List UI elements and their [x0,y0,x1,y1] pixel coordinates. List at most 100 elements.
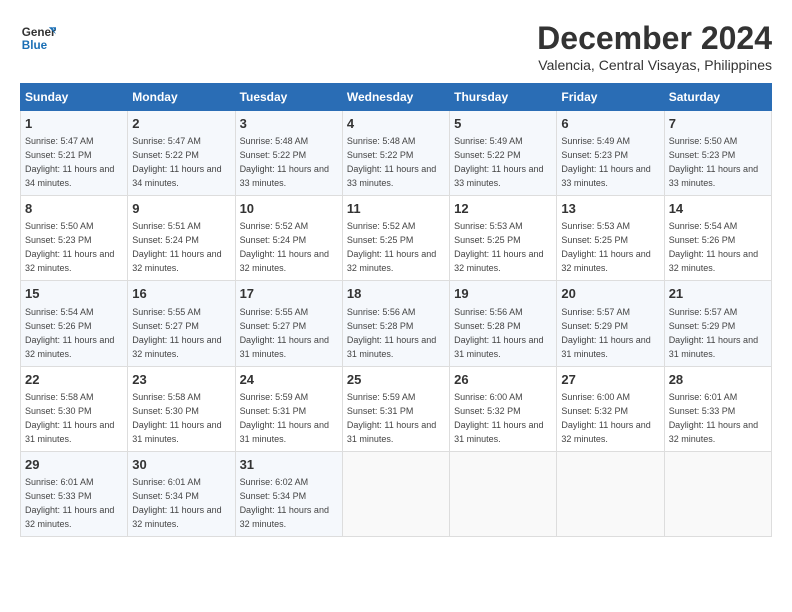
table-row: 23 Sunrise: 5:58 AMSunset: 5:30 PMDaylig… [128,366,235,451]
day-number: 12 [454,200,552,218]
day-number: 30 [132,456,230,474]
header: General Blue December 2024 Valencia, Cen… [20,20,772,73]
table-row: 11 Sunrise: 5:52 AMSunset: 5:25 PMDaylig… [342,196,449,281]
day-info: Sunrise: 6:01 AMSunset: 5:33 PMDaylight:… [25,477,114,529]
table-row: 31 Sunrise: 6:02 AMSunset: 5:34 PMDaylig… [235,451,342,536]
table-row: 20 Sunrise: 5:57 AMSunset: 5:29 PMDaylig… [557,281,664,366]
day-info: Sunrise: 5:56 AMSunset: 5:28 PMDaylight:… [347,307,436,359]
day-info: Sunrise: 5:52 AMSunset: 5:25 PMDaylight:… [347,221,436,273]
day-info: Sunrise: 5:57 AMSunset: 5:29 PMDaylight:… [561,307,650,359]
day-info: Sunrise: 5:52 AMSunset: 5:24 PMDaylight:… [240,221,329,273]
day-info: Sunrise: 5:59 AMSunset: 5:31 PMDaylight:… [240,392,329,444]
table-row: 2 Sunrise: 5:47 AMSunset: 5:22 PMDayligh… [128,111,235,196]
weekday-header-row: SundayMondayTuesdayWednesdayThursdayFrid… [21,84,772,111]
day-number: 1 [25,115,123,133]
table-row: 17 Sunrise: 5:55 AMSunset: 5:27 PMDaylig… [235,281,342,366]
weekday-header-saturday: Saturday [664,84,771,111]
table-row [664,451,771,536]
table-row: 1 Sunrise: 5:47 AMSunset: 5:21 PMDayligh… [21,111,128,196]
table-row: 16 Sunrise: 5:55 AMSunset: 5:27 PMDaylig… [128,281,235,366]
day-info: Sunrise: 5:50 AMSunset: 5:23 PMDaylight:… [669,136,758,188]
day-info: Sunrise: 5:48 AMSunset: 5:22 PMDaylight:… [240,136,329,188]
calendar-week-row: 8 Sunrise: 5:50 AMSunset: 5:23 PMDayligh… [21,196,772,281]
day-number: 20 [561,285,659,303]
day-number: 7 [669,115,767,133]
day-info: Sunrise: 5:47 AMSunset: 5:21 PMDaylight:… [25,136,114,188]
table-row: 24 Sunrise: 5:59 AMSunset: 5:31 PMDaylig… [235,366,342,451]
day-number: 11 [347,200,445,218]
table-row [342,451,449,536]
table-row: 6 Sunrise: 5:49 AMSunset: 5:23 PMDayligh… [557,111,664,196]
day-number: 27 [561,371,659,389]
day-number: 3 [240,115,338,133]
day-number: 6 [561,115,659,133]
table-row: 4 Sunrise: 5:48 AMSunset: 5:22 PMDayligh… [342,111,449,196]
day-number: 10 [240,200,338,218]
day-info: Sunrise: 5:55 AMSunset: 5:27 PMDaylight:… [132,307,221,359]
day-info: Sunrise: 5:55 AMSunset: 5:27 PMDaylight:… [240,307,329,359]
day-info: Sunrise: 5:50 AMSunset: 5:23 PMDaylight:… [25,221,114,273]
table-row: 10 Sunrise: 5:52 AMSunset: 5:24 PMDaylig… [235,196,342,281]
table-row: 28 Sunrise: 6:01 AMSunset: 5:33 PMDaylig… [664,366,771,451]
calendar-week-row: 15 Sunrise: 5:54 AMSunset: 5:26 PMDaylig… [21,281,772,366]
day-info: Sunrise: 5:56 AMSunset: 5:28 PMDaylight:… [454,307,543,359]
day-info: Sunrise: 5:51 AMSunset: 5:24 PMDaylight:… [132,221,221,273]
day-info: Sunrise: 6:02 AMSunset: 5:34 PMDaylight:… [240,477,329,529]
weekday-header-sunday: Sunday [21,84,128,111]
table-row: 18 Sunrise: 5:56 AMSunset: 5:28 PMDaylig… [342,281,449,366]
day-info: Sunrise: 5:53 AMSunset: 5:25 PMDaylight:… [454,221,543,273]
day-info: Sunrise: 5:49 AMSunset: 5:22 PMDaylight:… [454,136,543,188]
calendar-week-row: 29 Sunrise: 6:01 AMSunset: 5:33 PMDaylig… [21,451,772,536]
day-number: 25 [347,371,445,389]
day-info: Sunrise: 5:53 AMSunset: 5:25 PMDaylight:… [561,221,650,273]
table-row: 21 Sunrise: 5:57 AMSunset: 5:29 PMDaylig… [664,281,771,366]
svg-text:Blue: Blue [22,39,48,52]
table-row: 13 Sunrise: 5:53 AMSunset: 5:25 PMDaylig… [557,196,664,281]
day-number: 28 [669,371,767,389]
calendar-week-row: 22 Sunrise: 5:58 AMSunset: 5:30 PMDaylig… [21,366,772,451]
table-row: 26 Sunrise: 6:00 AMSunset: 5:32 PMDaylig… [450,366,557,451]
day-info: Sunrise: 5:58 AMSunset: 5:30 PMDaylight:… [25,392,114,444]
day-number: 21 [669,285,767,303]
day-number: 26 [454,371,552,389]
table-row: 14 Sunrise: 5:54 AMSunset: 5:26 PMDaylig… [664,196,771,281]
day-info: Sunrise: 5:57 AMSunset: 5:29 PMDaylight:… [669,307,758,359]
table-row: 5 Sunrise: 5:49 AMSunset: 5:22 PMDayligh… [450,111,557,196]
table-row: 8 Sunrise: 5:50 AMSunset: 5:23 PMDayligh… [21,196,128,281]
day-number: 5 [454,115,552,133]
title-area: December 2024 Valencia, Central Visayas,… [537,20,772,73]
table-row: 12 Sunrise: 5:53 AMSunset: 5:25 PMDaylig… [450,196,557,281]
calendar-table: SundayMondayTuesdayWednesdayThursdayFrid… [20,83,772,537]
month-title: December 2024 [537,20,772,57]
table-row: 7 Sunrise: 5:50 AMSunset: 5:23 PMDayligh… [664,111,771,196]
day-info: Sunrise: 6:01 AMSunset: 5:33 PMDaylight:… [669,392,758,444]
day-number: 31 [240,456,338,474]
day-info: Sunrise: 5:49 AMSunset: 5:23 PMDaylight:… [561,136,650,188]
weekday-header-thursday: Thursday [450,84,557,111]
table-row: 22 Sunrise: 5:58 AMSunset: 5:30 PMDaylig… [21,366,128,451]
day-number: 18 [347,285,445,303]
table-row: 3 Sunrise: 5:48 AMSunset: 5:22 PMDayligh… [235,111,342,196]
table-row: 27 Sunrise: 6:00 AMSunset: 5:32 PMDaylig… [557,366,664,451]
day-number: 13 [561,200,659,218]
day-number: 17 [240,285,338,303]
day-number: 4 [347,115,445,133]
weekday-header-tuesday: Tuesday [235,84,342,111]
table-row: 29 Sunrise: 6:01 AMSunset: 5:33 PMDaylig… [21,451,128,536]
location-subtitle: Valencia, Central Visayas, Philippines [537,57,772,73]
day-info: Sunrise: 5:59 AMSunset: 5:31 PMDaylight:… [347,392,436,444]
day-number: 9 [132,200,230,218]
table-row: 19 Sunrise: 5:56 AMSunset: 5:28 PMDaylig… [450,281,557,366]
weekday-header-friday: Friday [557,84,664,111]
day-number: 2 [132,115,230,133]
table-row: 9 Sunrise: 5:51 AMSunset: 5:24 PMDayligh… [128,196,235,281]
day-number: 29 [25,456,123,474]
table-row: 30 Sunrise: 6:01 AMSunset: 5:34 PMDaylig… [128,451,235,536]
day-number: 16 [132,285,230,303]
day-info: Sunrise: 5:48 AMSunset: 5:22 PMDaylight:… [347,136,436,188]
day-info: Sunrise: 5:47 AMSunset: 5:22 PMDaylight:… [132,136,221,188]
weekday-header-wednesday: Wednesday [342,84,449,111]
day-info: Sunrise: 6:00 AMSunset: 5:32 PMDaylight:… [561,392,650,444]
day-number: 19 [454,285,552,303]
weekday-header-monday: Monday [128,84,235,111]
